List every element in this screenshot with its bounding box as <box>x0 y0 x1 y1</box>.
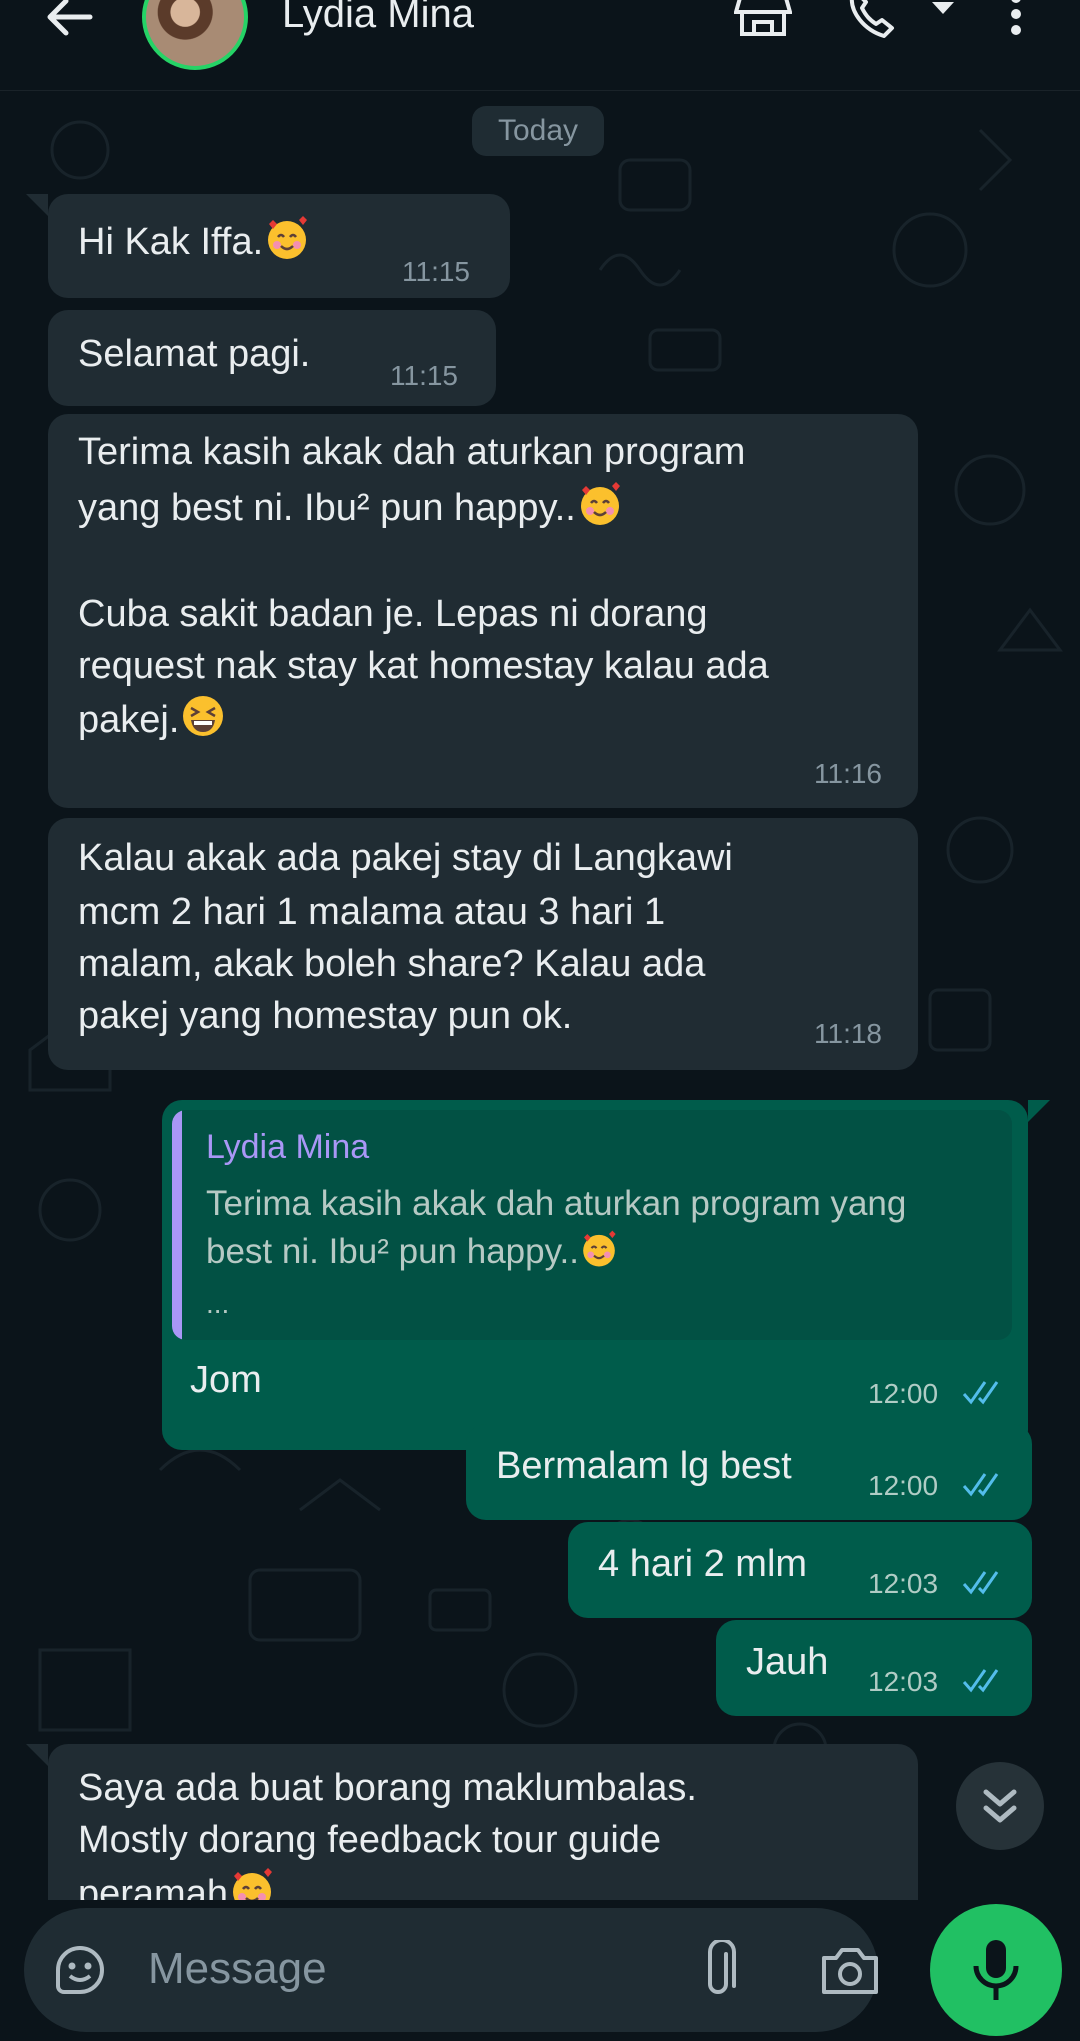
outgoing-message[interactable]: Bermalam lg best 12:00 <box>466 1424 1032 1520</box>
outgoing-message[interactable]: 4 hari 2 mlm 12:03 <box>568 1522 1032 1618</box>
incoming-message[interactable]: Saya ada buat borang maklumbalas. Mostly… <box>48 1744 918 1900</box>
smiling-face-with-hearts-icon <box>228 1866 276 1900</box>
quoted-message[interactable]: Lydia Mina Terima kasih akak dah aturkan… <box>172 1110 1012 1340</box>
message-time: 11:16 <box>814 758 882 789</box>
message-composer: Message <box>24 1908 878 2032</box>
incoming-message[interactable]: Terima kasih akak dah aturkan program ya… <box>48 414 918 808</box>
avatar[interactable] <box>142 0 248 70</box>
message-time: 11:15 <box>390 360 458 391</box>
voice-message-button[interactable] <box>930 1904 1062 2036</box>
business-button[interactable] <box>733 0 793 47</box>
dropdown-caret-icon <box>932 2 954 14</box>
message-time: 11:15 <box>402 256 470 287</box>
quote-author: Lydia Mina <box>206 1128 370 1166</box>
paperclip-icon <box>708 1938 736 1994</box>
message-line: Saya ada buat borang maklumbalas. <box>78 1767 697 1809</box>
quote-bar <box>172 1110 182 1340</box>
outgoing-message[interactable]: Jauh 12:03 <box>716 1620 1032 1716</box>
read-receipt-icon <box>962 1472 1006 1498</box>
double-chevron-down-icon <box>983 1789 1017 1823</box>
bubble-tail <box>26 1744 48 1766</box>
message-line: pakej. <box>78 692 227 746</box>
camera-button[interactable] <box>820 1944 880 2001</box>
message-line: Cuba sakit badan je. Lepas ni dorang <box>78 593 708 635</box>
sticker-button[interactable] <box>50 1940 110 2005</box>
message-time: 11:18 <box>814 1018 882 1049</box>
phone-icon <box>849 0 894 38</box>
incoming-message[interactable]: Kalau akak ada pakej stay di Langkawi mc… <box>48 818 918 1070</box>
grinning-squinting-face-icon <box>179 692 227 740</box>
message-line: mcm 2 hari 1 malama atau 3 hari 1 <box>78 891 666 933</box>
contact-name[interactable]: Lydia Mina <box>282 0 474 37</box>
message-text: Jom <box>190 1359 262 1401</box>
message-time: 12:00 <box>868 1470 939 1501</box>
message-time: 12:03 <box>868 1568 939 1599</box>
message-input[interactable]: Message <box>148 1944 327 1994</box>
message-line: request nak stay kat homestay kalau ada <box>78 645 769 687</box>
message-text: 4 hari 2 mlm <box>598 1543 808 1585</box>
call-button[interactable] <box>844 0 900 47</box>
read-receipt-icon <box>962 1668 1006 1694</box>
quote-text: Terima kasih akak dah aturkan program ya… <box>206 1184 907 1271</box>
arrow-left-icon <box>47 0 93 36</box>
message-line: malam, akak boleh share? Kalau ada <box>78 943 706 985</box>
call-options-dropdown[interactable] <box>928 0 958 37</box>
message-line: yang best ni. Ibu² pun happy.. <box>78 480 624 534</box>
chat-header: Lydia Mina <box>0 0 1080 91</box>
sticker-icon <box>56 1946 104 1994</box>
quote-ellipsis: ... <box>206 1288 230 1319</box>
smiling-face-with-hearts-icon <box>263 214 311 262</box>
message-text: Selamat pagi. <box>78 333 311 375</box>
smiling-face-with-hearts-icon <box>579 1229 619 1269</box>
message-line: peramah <box>78 1866 276 1900</box>
smiling-face-with-hearts-icon <box>576 480 624 528</box>
incoming-message[interactable]: Selamat pagi. 11:15 <box>48 310 496 406</box>
back-button[interactable] <box>40 0 100 42</box>
incoming-message[interactable]: Hi Kak Iffa. 11:15 <box>48 194 510 298</box>
bubble-tail <box>26 194 48 216</box>
scroll-to-bottom-button[interactable] <box>956 1762 1044 1850</box>
microphone-icon <box>973 1940 1019 2000</box>
message-text: Hi Kak Iffa. <box>78 214 311 268</box>
message-text: Bermalam lg best <box>496 1445 792 1487</box>
message-time: 12:00 <box>868 1378 939 1409</box>
message-line: pakej yang homestay pun ok. <box>78 995 573 1037</box>
message-line: Terima kasih akak dah aturkan program <box>78 431 746 473</box>
camera-icon <box>822 1948 878 1994</box>
message-text: Jauh <box>746 1641 829 1683</box>
message-line: Kalau akak ada pakej stay di Langkawi <box>78 837 733 879</box>
read-receipt-icon <box>962 1570 1006 1596</box>
message-time: 12:03 <box>868 1666 939 1697</box>
date-separator: Today <box>472 106 604 156</box>
read-receipt-icon <box>962 1380 1006 1406</box>
storefront-icon <box>733 0 793 36</box>
message-line: Mostly dorang feedback tour guide <box>78 1819 662 1861</box>
more-vertical-icon <box>1011 0 1021 35</box>
attach-button[interactable] <box>696 1938 740 2007</box>
more-options-button[interactable] <box>1004 0 1028 47</box>
message-list[interactable]: Today Hi Kak Iffa. 11:15 Selamat pagi. 1… <box>0 90 1080 1900</box>
bubble-tail <box>1028 1100 1050 1122</box>
outgoing-message[interactable]: Lydia Mina Terima kasih akak dah aturkan… <box>162 1100 1028 1450</box>
